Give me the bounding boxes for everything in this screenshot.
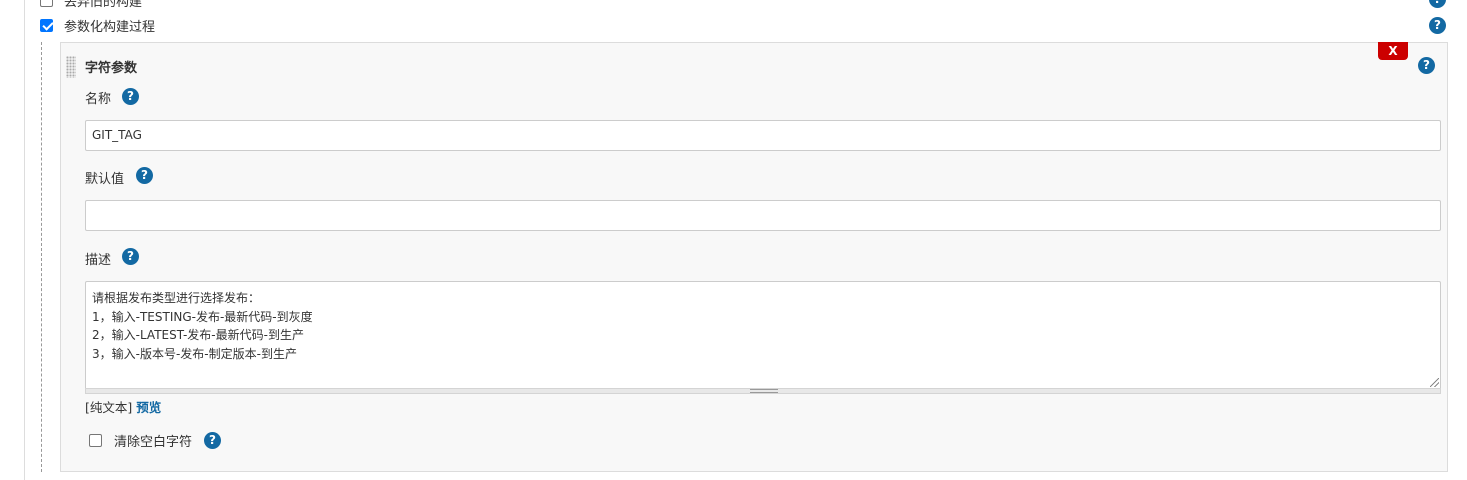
discard-old-builds-checkbox[interactable] [40, 0, 53, 7]
help-icon[interactable]: ? [1418, 57, 1435, 74]
trim-checkbox[interactable] [89, 434, 102, 447]
textarea-resize-corner[interactable] [1430, 378, 1439, 387]
help-icon[interactable]: ? [1429, 17, 1446, 34]
plain-text-label: [纯文本] [85, 400, 133, 415]
parameterized-build-label: 参数化构建过程 [64, 19, 156, 35]
resize-grip-icon[interactable] [750, 389, 778, 393]
help-icon[interactable]: ? [122, 88, 139, 105]
description-label: 描述 [85, 253, 112, 268]
discard-old-builds-label: 丢弃旧的构建 [64, 0, 143, 10]
help-icon[interactable]: ? [204, 432, 221, 449]
default-value-input[interactable] [85, 200, 1441, 231]
trim-row: 清除空白字符 [89, 431, 192, 450]
description-line: 2，输入-LATEST-发布-最新代码-到生产 [92, 328, 304, 342]
description-line: 3，输入-版本号-发布-制定版本-到生产 [92, 346, 297, 361]
name-input[interactable]: GIT_TAG [85, 120, 1441, 151]
delete-parameter-button[interactable]: X [1378, 42, 1408, 60]
description-textarea[interactable]: 请根据发布类型进行选择发布： 1，输入-TESTING-发布-最新代码-到灰度 … [85, 281, 1441, 391]
drag-handle[interactable] [66, 56, 76, 78]
trim-label: 清除空白字符 [114, 435, 193, 450]
default-value-label: 默认值 [85, 172, 125, 187]
parameterized-build-checkbox[interactable] [40, 18, 53, 32]
parameterized-build-row: 参数化构建过程 [40, 15, 155, 35]
help-icon[interactable]: ? [136, 167, 153, 184]
help-icon[interactable]: ? [122, 248, 139, 265]
description-line: 请根据发布类型进行选择发布： [92, 291, 261, 305]
description-line: 1，输入-TESTING-发布-最新代码-到灰度 [92, 309, 313, 324]
string-parameter-box [60, 42, 1448, 472]
nesting-guide-line [41, 42, 42, 472]
discard-old-builds-row: 丢弃旧的构建 [40, 0, 142, 12]
preview-link[interactable]: 预览 [136, 400, 161, 415]
text-mode-row: [纯文本] 预览 [85, 397, 161, 416]
name-label: 名称 [85, 92, 112, 107]
parameter-type-title: 字符参数 [85, 61, 138, 76]
